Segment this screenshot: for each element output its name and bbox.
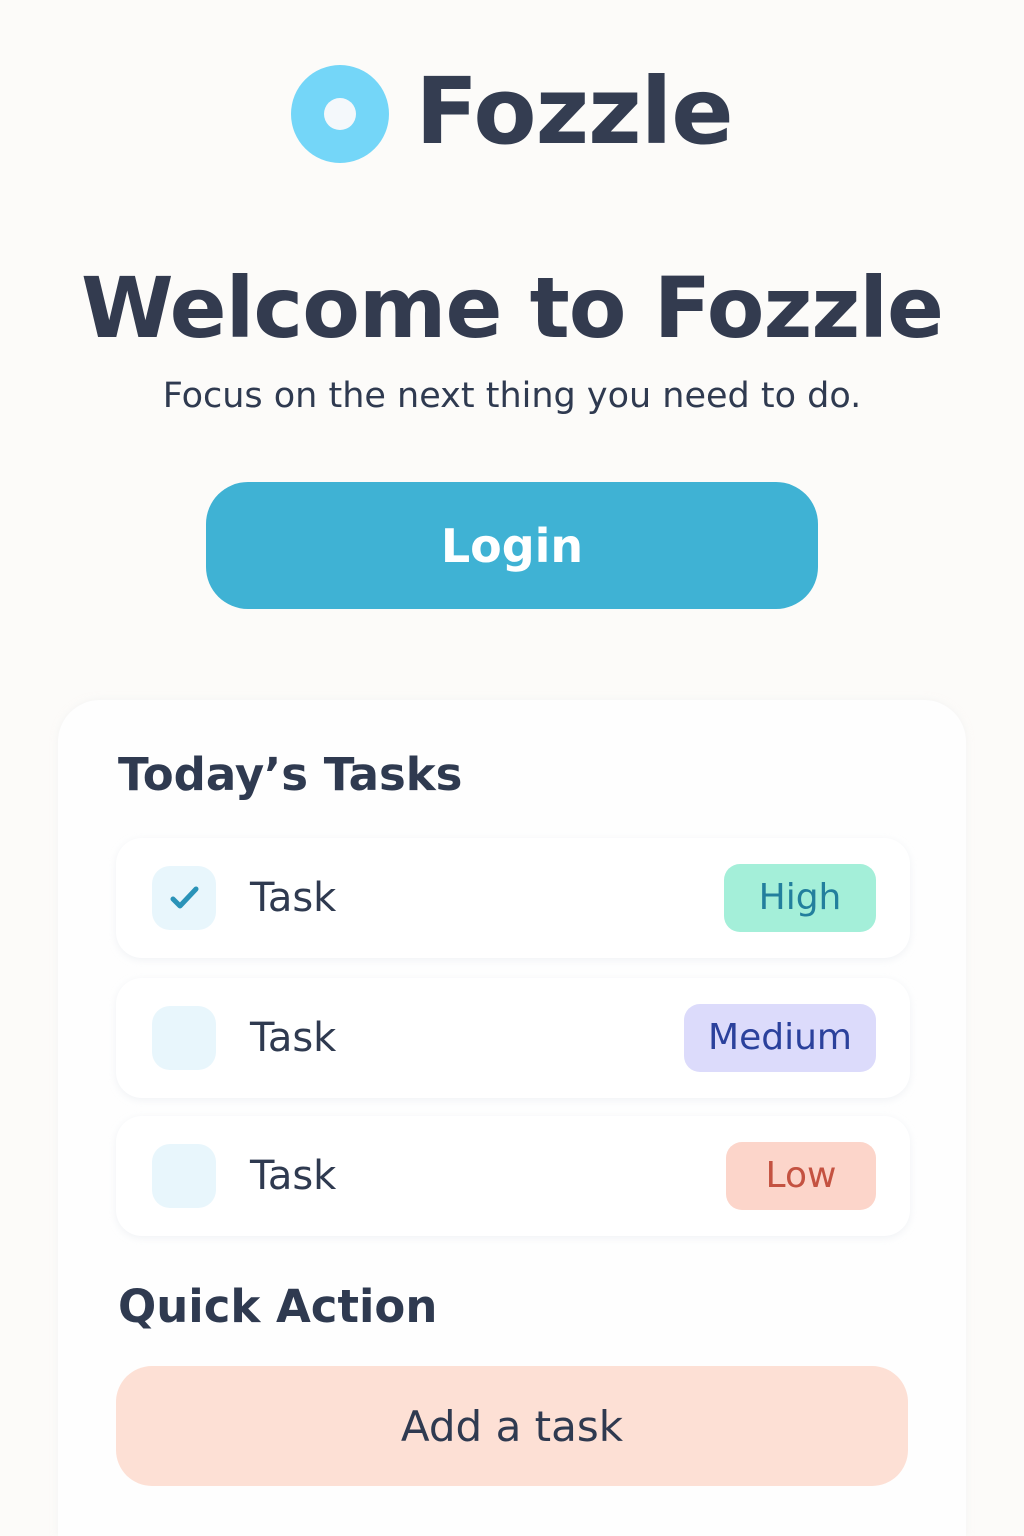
app-logo: Fozzle (0, 64, 1024, 164)
priority-badge-high: High (724, 864, 876, 932)
task-row[interactable]: Task High (116, 838, 910, 958)
task-row[interactable]: Task Medium (116, 978, 910, 1098)
ring-logo-icon (291, 65, 390, 163)
priority-badge-low: Low (726, 1142, 876, 1210)
add-task-button[interactable]: Add a task (116, 1366, 908, 1486)
welcome-title: Welcome to Fozzle (80, 259, 944, 357)
quick-action-heading: Quick Action (118, 1280, 438, 1333)
task-row[interactable]: Task Low (116, 1116, 910, 1236)
checkmark-icon (170, 886, 199, 909)
task-checkbox[interactable] (152, 1144, 216, 1208)
task-checkbox[interactable] (152, 866, 216, 930)
task-checkbox[interactable] (152, 1006, 216, 1070)
task-label: Task (250, 875, 337, 921)
todays-tasks-heading: Today’s Tasks (118, 748, 463, 801)
login-button[interactable]: Login (206, 482, 818, 609)
priority-badge-medium: Medium (684, 1004, 876, 1072)
app-name: Fozzle (415, 58, 733, 165)
task-label: Task (250, 1015, 337, 1061)
task-label: Task (250, 1153, 337, 1199)
welcome-subtitle: Focus on the next thing you need to do. (162, 376, 862, 416)
